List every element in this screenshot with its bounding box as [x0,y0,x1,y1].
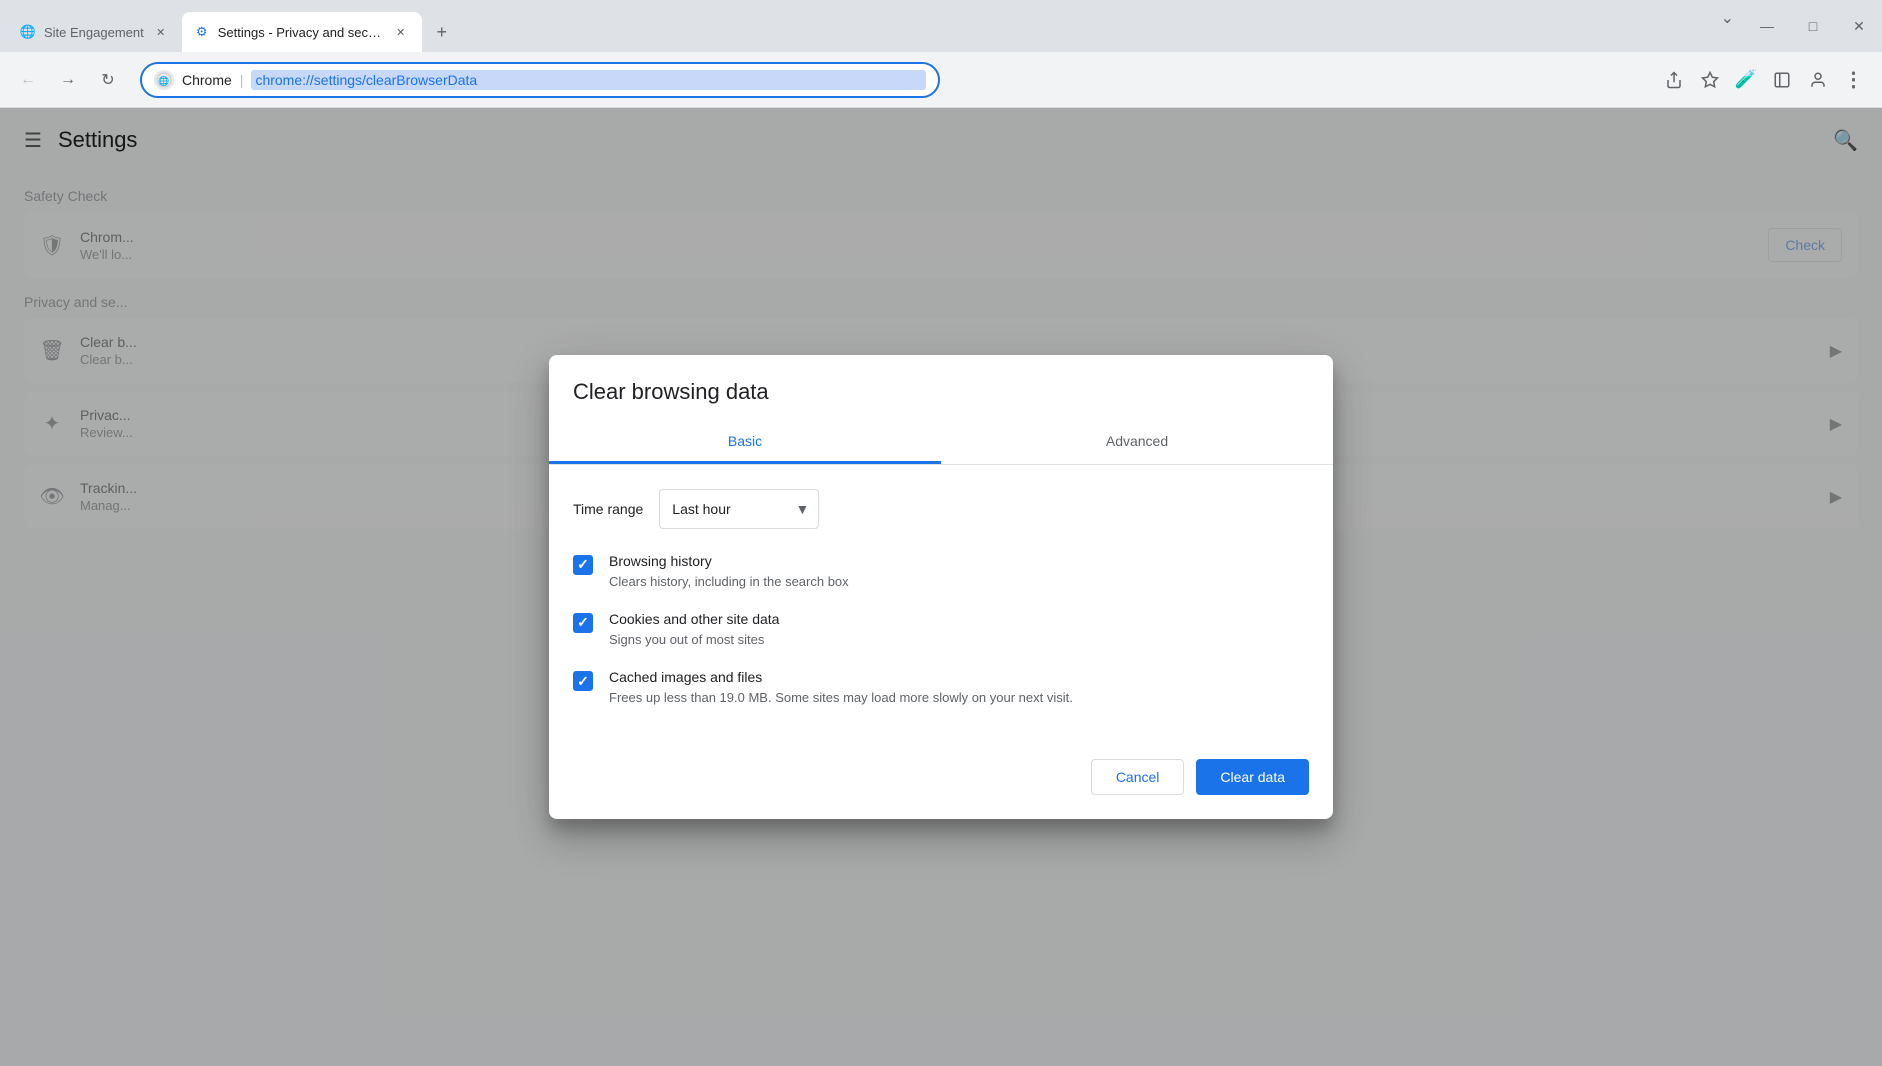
svg-text:🌐: 🌐 [158,75,169,86]
menu-button[interactable]: ⋮ [1838,64,1870,96]
reload-button[interactable]: ↻ [92,64,124,96]
minimize-button[interactable]: — [1744,10,1790,42]
check-mark: ✓ [577,673,589,690]
tab-basic[interactable]: Basic [549,421,941,464]
dialog-tabs: Basic Advanced [549,421,1333,465]
content-area: ☰ Settings 🔍 Safety Check 🛡 Chrom... We'… [0,108,1882,1066]
tab-title-settings: Settings - Privacy and security [218,25,384,40]
check-mark: ✓ [577,556,589,573]
address-bar-favicon: 🌐 [154,70,174,90]
address-bar[interactable]: 🌐 Chrome | chrome://settings/clearBrowse… [140,62,940,98]
browsing-history-checkbox[interactable]: ✓ [573,555,593,575]
tab-title-site-engagement: Site Engagement [44,25,144,40]
cookies-title: Cookies and other site data [609,611,1309,627]
modal-overlay: Clear browsing data Basic Advanced Time … [0,108,1882,1066]
address-bar-site-name: Chrome [182,72,232,88]
toolbar-right: 🧪 ⋮ [1658,64,1870,96]
browsing-history-checkbox-item: ✓ Browsing history Clears history, inclu… [573,553,1309,591]
maximize-button[interactable]: □ [1790,10,1836,42]
cookies-checkbox[interactable]: ✓ [573,613,593,633]
extension-button[interactable]: 🧪 [1730,64,1762,96]
profile-button[interactable] [1802,64,1834,96]
cookies-text: Cookies and other site data Signs you ou… [609,611,1309,649]
dialog-title: Clear browsing data [549,355,1333,405]
browsing-history-desc: Clears history, including in the search … [609,573,1309,591]
time-range-label: Time range [573,501,643,517]
tab-settings[interactable]: ⚙ Settings - Privacy and security ✕ [182,12,422,52]
tab-favicon-site-engagement: 🌐 [20,24,36,40]
back-button[interactable]: ← [12,64,44,96]
browser-frame: ⌄ 🌐 Site Engagement ✕ ⚙ Settings - Priva… [0,0,1882,1066]
cached-checkbox-item: ✓ Cached images and files Frees up less … [573,669,1309,707]
sidebar-button[interactable] [1766,64,1798,96]
cached-desc: Frees up less than 19.0 MB. Some sites m… [609,689,1309,707]
tab-advanced[interactable]: Advanced [941,421,1333,464]
time-range-select-wrapper: Last hour Last 24 hours Last 7 days Last… [659,489,819,529]
tab-site-engagement[interactable]: 🌐 Site Engagement ✕ [8,12,182,52]
bookmark-button[interactable] [1694,64,1726,96]
cookies-desc: Signs you out of most sites [609,631,1309,649]
time-range-select[interactable]: Last hour Last 24 hours Last 7 days Last… [659,489,819,529]
cached-text: Cached images and files Frees up less th… [609,669,1309,707]
tab-close-settings[interactable]: ✕ [392,23,410,41]
tab-close-site-engagement[interactable]: ✕ [152,23,170,41]
browsing-history-title: Browsing history [609,553,1309,569]
address-bar-url[interactable]: chrome://settings/clearBrowserData [251,70,926,90]
dialog-body: Time range Last hour Last 24 hours Last … [549,465,1333,752]
close-button[interactable]: ✕ [1836,10,1882,42]
cached-checkbox[interactable]: ✓ [573,671,593,691]
new-tab-button[interactable]: + [426,16,458,48]
tab-favicon-settings: ⚙ [194,24,210,40]
cached-title: Cached images and files [609,669,1309,685]
share-button[interactable] [1658,64,1690,96]
clear-browsing-dialog: Clear browsing data Basic Advanced Time … [549,355,1333,820]
cancel-button[interactable]: Cancel [1091,759,1185,795]
check-mark: ✓ [577,614,589,631]
toolbar: ← → ↻ 🌐 Chrome | chrome://settings/clear… [0,52,1882,108]
forward-button[interactable]: → [52,64,84,96]
cookies-checkbox-item: ✓ Cookies and other site data Signs you … [573,611,1309,649]
tab-scroll-chevron[interactable]: ⌄ [1721,8,1734,28]
time-range-row: Time range Last hour Last 24 hours Last … [573,489,1309,529]
dialog-footer: Cancel Clear data [549,751,1333,819]
browsing-history-text: Browsing history Clears history, includi… [609,553,1309,591]
clear-data-button[interactable]: Clear data [1196,759,1309,795]
